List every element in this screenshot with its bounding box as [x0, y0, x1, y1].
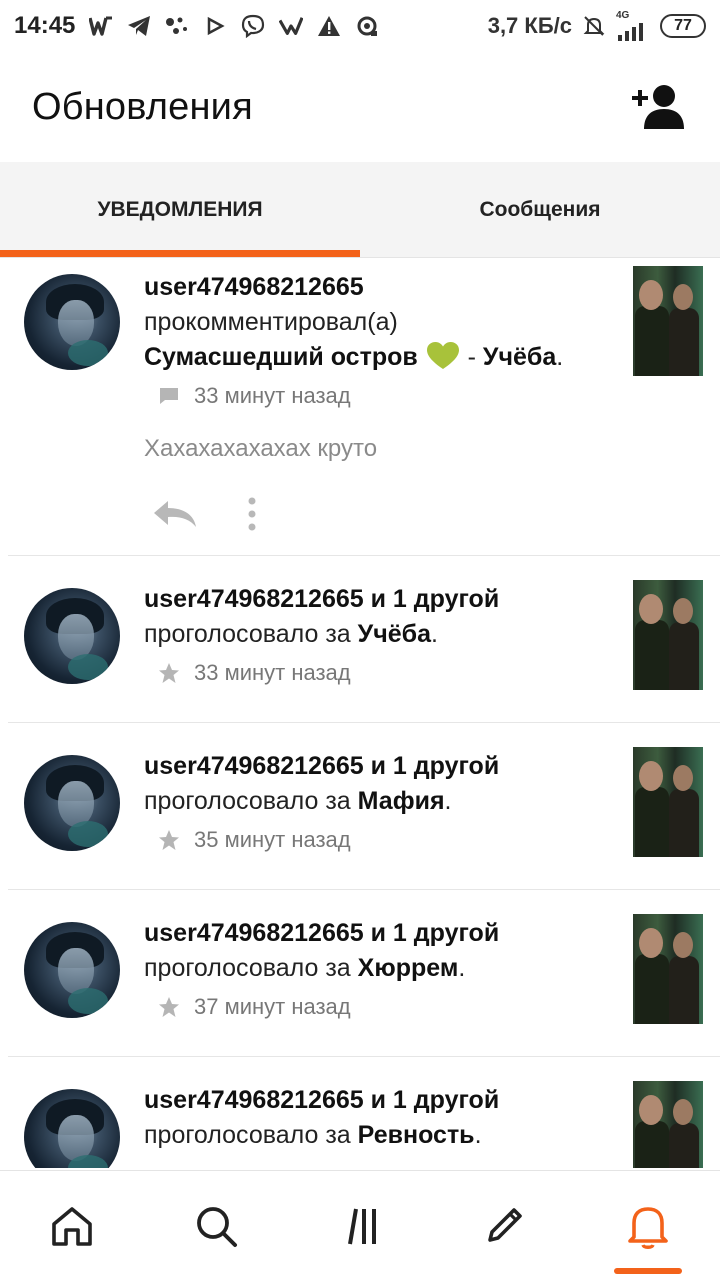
library-icon	[348, 1208, 376, 1244]
dots-icon	[165, 14, 189, 38]
comment-actions	[144, 497, 600, 531]
telegram-icon	[127, 14, 151, 38]
notification-meta: 33 минут назад	[144, 383, 600, 409]
tab-messages[interactable]: Сообщения	[360, 162, 720, 257]
sync-icon	[355, 14, 379, 38]
tab-notifications-label: УВЕДОМЛЕНИЯ	[97, 197, 263, 221]
story-cover-thumbnail[interactable]	[633, 580, 703, 690]
status-right: 3,7 КБ/с 4G 77	[488, 11, 706, 41]
avatar[interactable]	[24, 274, 120, 370]
story-cover-thumbnail[interactable]	[633, 1081, 703, 1168]
battery-indicator: 77	[660, 14, 706, 38]
play-icon	[203, 14, 227, 38]
add-user-icon	[632, 85, 684, 129]
notification-action: проголосовало за	[144, 787, 351, 815]
notification-user[interactable]: user474968212665	[144, 273, 364, 301]
notification-content: user474968212665 и 1 другой проголосовал…	[144, 749, 600, 853]
sentence-period: .	[431, 620, 438, 648]
story-title[interactable]: Сумасшедший остров	[144, 343, 418, 371]
notification-user[interactable]: user474968212665 и 1 другой	[144, 919, 499, 947]
reply-icon	[154, 501, 196, 527]
list-item[interactable]: user474968212665 прокомментировал(а) Сум…	[8, 258, 720, 556]
w-icon	[89, 14, 113, 38]
notification-time: 37 минут назад	[194, 994, 351, 1019]
app-header: Обновления	[0, 52, 720, 162]
signal-icon: 4G	[616, 11, 650, 41]
network-type: 4G	[616, 10, 630, 21]
list-item[interactable]: user474968212665 и 1 другой проголосовал…	[8, 890, 720, 1057]
list-item[interactable]: user474968212665 и 1 другой проголосовал…	[8, 556, 720, 723]
avatar[interactable]	[24, 588, 120, 684]
sentence-period: .	[444, 787, 452, 815]
search-icon	[197, 1206, 237, 1247]
network-speed: 3,7 КБ/с	[487, 13, 572, 38]
nav-home[interactable]	[36, 1190, 108, 1262]
notification-content: user474968212665 и 1 другой проголосовал…	[144, 916, 600, 1020]
notification-user[interactable]: user474968212665 и 1 другой	[144, 752, 499, 780]
tab-messages-label: Сообщения	[479, 197, 601, 221]
story-cover-thumbnail[interactable]	[633, 914, 703, 1024]
notification-meta: 37 минут назад	[144, 994, 600, 1020]
notification-time: 33 минут назад	[194, 660, 351, 685]
avatar[interactable]	[24, 1089, 120, 1168]
vote-target[interactable]: Хюррем	[358, 954, 459, 982]
tab-notifications[interactable]: УВЕДОМЛЕНИЯ	[0, 162, 360, 257]
star-icon	[158, 996, 180, 1018]
write-icon	[488, 1207, 522, 1242]
warning-icon	[317, 14, 341, 38]
status-time: 14:45	[14, 12, 76, 39]
notification-action: проголосовало за	[144, 1121, 351, 1149]
sentence-period: .	[474, 1121, 482, 1149]
avatar[interactable]	[24, 755, 120, 851]
status-bar: 14:45 3,7 КБ/с 4G 77	[0, 0, 720, 52]
heart-icon	[426, 342, 459, 369]
page-title: Обновления	[32, 85, 253, 128]
mute-icon	[582, 14, 606, 38]
comment-text: Хахахахахахах круто	[144, 435, 378, 462]
vote-target[interactable]: Учёба	[358, 620, 431, 648]
notification-feed[interactable]: user474968212665 прокомментировал(а) Сум…	[0, 258, 720, 1168]
title-separator: -	[460, 343, 483, 371]
reply-button[interactable]	[152, 499, 198, 529]
notifications-icon	[628, 1206, 668, 1249]
avatar[interactable]	[24, 922, 120, 1018]
more-options-button[interactable]	[246, 497, 258, 531]
notification-time: 33 минут назад	[194, 383, 351, 408]
notification-content: user474968212665 и 1 другой проголосовал…	[144, 1083, 600, 1153]
notification-user[interactable]: user474968212665 и 1 другой	[144, 1086, 499, 1114]
notification-content: user474968212665 и 1 другой проголосовал…	[144, 582, 600, 686]
notification-time: 35 минут назад	[194, 827, 351, 852]
vote-target[interactable]: Ревность	[358, 1121, 475, 1149]
list-item[interactable]: user474968212665 и 1 другой проголосовал…	[8, 1057, 720, 1168]
viber-icon	[241, 14, 265, 38]
star-icon	[158, 662, 180, 684]
notification-meta: 33 минут назад	[144, 660, 600, 686]
notification-meta: 35 минут назад	[144, 827, 600, 853]
vote-target[interactable]: Мафия	[358, 787, 445, 815]
notification-action: прокомментировал(а)	[144, 308, 398, 336]
notification-user[interactable]: user474968212665 и 1 другой	[144, 585, 499, 613]
story-cover-thumbnail[interactable]	[633, 747, 703, 857]
chapter-title[interactable]: Учёба	[483, 343, 556, 371]
add-user-button[interactable]	[628, 77, 688, 137]
nav-write[interactable]	[468, 1190, 540, 1262]
comment-icon	[158, 385, 180, 407]
notification-action: проголосовало за	[144, 954, 351, 982]
more-vertical-icon	[248, 497, 256, 531]
notification-content: user474968212665 прокомментировал(а) Сум…	[144, 270, 600, 531]
nav-library[interactable]	[324, 1190, 396, 1262]
story-cover-thumbnail[interactable]	[633, 266, 703, 376]
tab-bar: УВЕДОМЛЕНИЯ Сообщения	[0, 162, 720, 258]
bottom-navigation	[0, 1170, 720, 1280]
notification-action: проголосовало за	[144, 620, 351, 648]
sentence-period: .	[556, 343, 564, 371]
vk-icon	[279, 14, 304, 38]
list-item[interactable]: user474968212665 и 1 другой проголосовал…	[8, 723, 720, 890]
sentence-period: .	[458, 954, 466, 982]
status-notification-icons	[89, 14, 379, 38]
nav-search[interactable]	[180, 1190, 252, 1262]
home-icon	[52, 1206, 92, 1246]
star-icon	[158, 829, 180, 851]
nav-notifications[interactable]	[612, 1190, 684, 1274]
